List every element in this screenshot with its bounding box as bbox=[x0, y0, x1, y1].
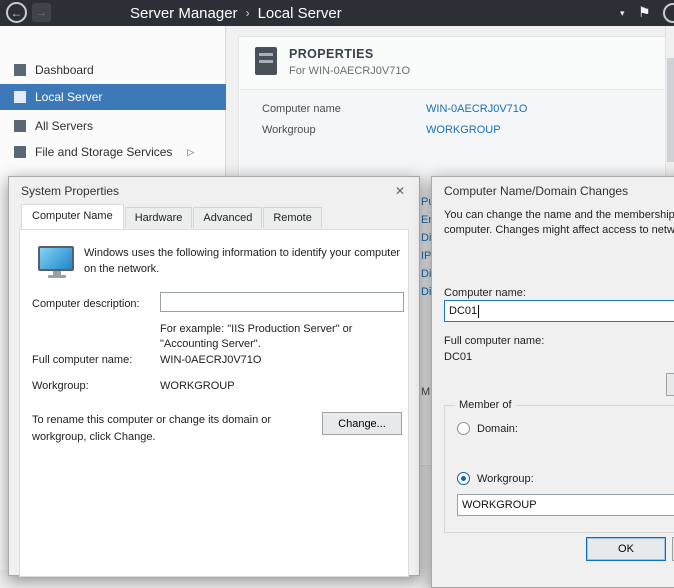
storage-icon bbox=[14, 146, 26, 158]
workgroup-label: Workgroup: bbox=[32, 380, 89, 392]
close-icon[interactable]: ✕ bbox=[389, 182, 411, 200]
properties-subtitle: For WIN-0AECRJ0V71O bbox=[289, 65, 410, 77]
tab-remote[interactable]: Remote bbox=[263, 207, 322, 228]
cropped-toolbar-icon[interactable] bbox=[663, 3, 674, 23]
workgroup-radio-row[interactable]: Workgroup: bbox=[457, 472, 534, 485]
workgroup-label: Workgroup bbox=[262, 124, 316, 136]
full-computer-name-value: WIN-0AECRJ0V71O bbox=[160, 354, 261, 366]
clipped-value-fragment: Di bbox=[421, 268, 431, 280]
example-text: For example: "IIS Production Server" or … bbox=[160, 322, 352, 353]
sidebar-item-label: File and Storage Services bbox=[35, 145, 172, 159]
clipped-value-fragment: Di bbox=[421, 286, 431, 298]
monitor-icon bbox=[38, 246, 76, 278]
tab-strip: Computer Name Hardware Advanced Remote bbox=[21, 207, 323, 228]
computer-name-label: Computer name: bbox=[444, 287, 526, 299]
chevron-right-icon: ▷ bbox=[187, 147, 194, 158]
table-row: Computer name WIN-0AECRJ0V71O bbox=[240, 100, 664, 121]
servers-icon bbox=[14, 120, 26, 132]
workgroup-link[interactable]: WORKGROUP bbox=[426, 124, 501, 136]
breadcrumb-current[interactable]: Local Server bbox=[258, 5, 342, 22]
computer-name-label: Computer name bbox=[262, 103, 341, 115]
computer-name-link[interactable]: WIN-0AECRJ0V71O bbox=[426, 103, 527, 115]
workgroup-radio-label: Workgroup: bbox=[477, 473, 534, 485]
sidebar-item-label: Dashboard bbox=[35, 63, 94, 77]
domain-radio-label: Domain: bbox=[477, 423, 518, 435]
more-button-fragment[interactable] bbox=[666, 373, 674, 396]
change-button[interactable]: Change... bbox=[322, 412, 402, 435]
properties-title: PROPERTIES bbox=[289, 47, 374, 61]
scrollbar-thumb[interactable] bbox=[667, 58, 674, 162]
sidebar-item-label: Local Server bbox=[35, 90, 102, 104]
text-cursor bbox=[478, 305, 479, 318]
tab-hardware[interactable]: Hardware bbox=[125, 207, 193, 228]
dashboard-icon bbox=[14, 64, 26, 76]
full-computer-name-label: Full computer name: bbox=[32, 354, 132, 366]
domain-radio-row[interactable]: Domain: bbox=[457, 422, 518, 435]
sidebar-item-file-storage-services[interactable]: File and Storage Services ▷ bbox=[0, 140, 226, 164]
example-line-1: For example: "IIS Production Server" or bbox=[160, 322, 352, 337]
tab-computer-name[interactable]: Computer Name bbox=[21, 204, 124, 229]
tab-advanced[interactable]: Advanced bbox=[193, 207, 262, 228]
domain-radio-button[interactable] bbox=[457, 422, 470, 435]
workgroup-value: WORKGROUP bbox=[160, 380, 235, 392]
back-arrow-icon[interactable]: ← bbox=[6, 2, 27, 23]
dialog-title[interactable]: Computer Name/Domain Changes bbox=[444, 184, 628, 198]
computer-name-input[interactable]: DC01 bbox=[444, 300, 674, 322]
server-icon bbox=[14, 91, 26, 103]
computer-name-tab-page: Windows uses the following information t… bbox=[19, 229, 409, 577]
table-row: Workgroup WORKGROUP bbox=[240, 121, 664, 142]
sidebar-item-local-server[interactable]: Local Server bbox=[0, 84, 226, 110]
system-properties-dialog: System Properties ✕ Computer Name Hardwa… bbox=[8, 176, 420, 576]
intro-line-1: You can change the name and the membersh… bbox=[444, 209, 674, 221]
title-bar: ← → Server Manager › Local Server ▾ ⚑ bbox=[0, 0, 674, 26]
sidebar-item-label: All Servers bbox=[35, 119, 93, 133]
ok-button[interactable]: OK bbox=[586, 537, 666, 561]
rename-hint-text: To rename this computer or change its do… bbox=[32, 412, 306, 445]
workgroup-input[interactable] bbox=[457, 494, 674, 516]
member-of-groupbox: Member of Domain: Workgroup: bbox=[444, 405, 674, 533]
intro-line-2: computer. Changes might affect access to… bbox=[444, 224, 674, 236]
forward-arrow-icon[interactable]: → bbox=[32, 3, 51, 22]
notifications-flag-icon[interactable]: ⚑ bbox=[638, 4, 651, 21]
intro-text: Windows uses the following information t… bbox=[84, 246, 402, 278]
sidebar-item-dashboard[interactable]: Dashboard bbox=[0, 58, 226, 82]
full-computer-name-label: Full computer name: bbox=[444, 335, 544, 347]
breadcrumb: Server Manager › Local Server bbox=[130, 0, 342, 26]
clipped-value-fragment: Di bbox=[421, 232, 431, 244]
member-of-label: Member of bbox=[455, 399, 516, 411]
computer-description-input[interactable] bbox=[160, 292, 404, 312]
full-computer-name-value: DC01 bbox=[444, 351, 472, 363]
server-properties-icon bbox=[255, 47, 277, 75]
breadcrumb-root[interactable]: Server Manager bbox=[130, 5, 238, 22]
breadcrumb-separator-icon: › bbox=[246, 6, 250, 20]
sidebar-item-all-servers[interactable]: All Servers bbox=[0, 114, 226, 138]
computer-description-label: Computer description: bbox=[32, 298, 140, 310]
clipped-value-fragment: IP bbox=[421, 250, 431, 262]
computer-name-input-value: DC01 bbox=[449, 305, 477, 317]
computer-name-domain-changes-dialog: Computer Name/Domain Changes You can cha… bbox=[431, 176, 674, 588]
workgroup-radio-button[interactable] bbox=[457, 472, 470, 485]
clipped-value-fragment: M bbox=[421, 386, 430, 398]
dialog-title[interactable]: System Properties bbox=[21, 184, 119, 198]
chevron-down-icon[interactable]: ▾ bbox=[620, 8, 625, 19]
example-line-2: "Accounting Server". bbox=[160, 337, 352, 352]
